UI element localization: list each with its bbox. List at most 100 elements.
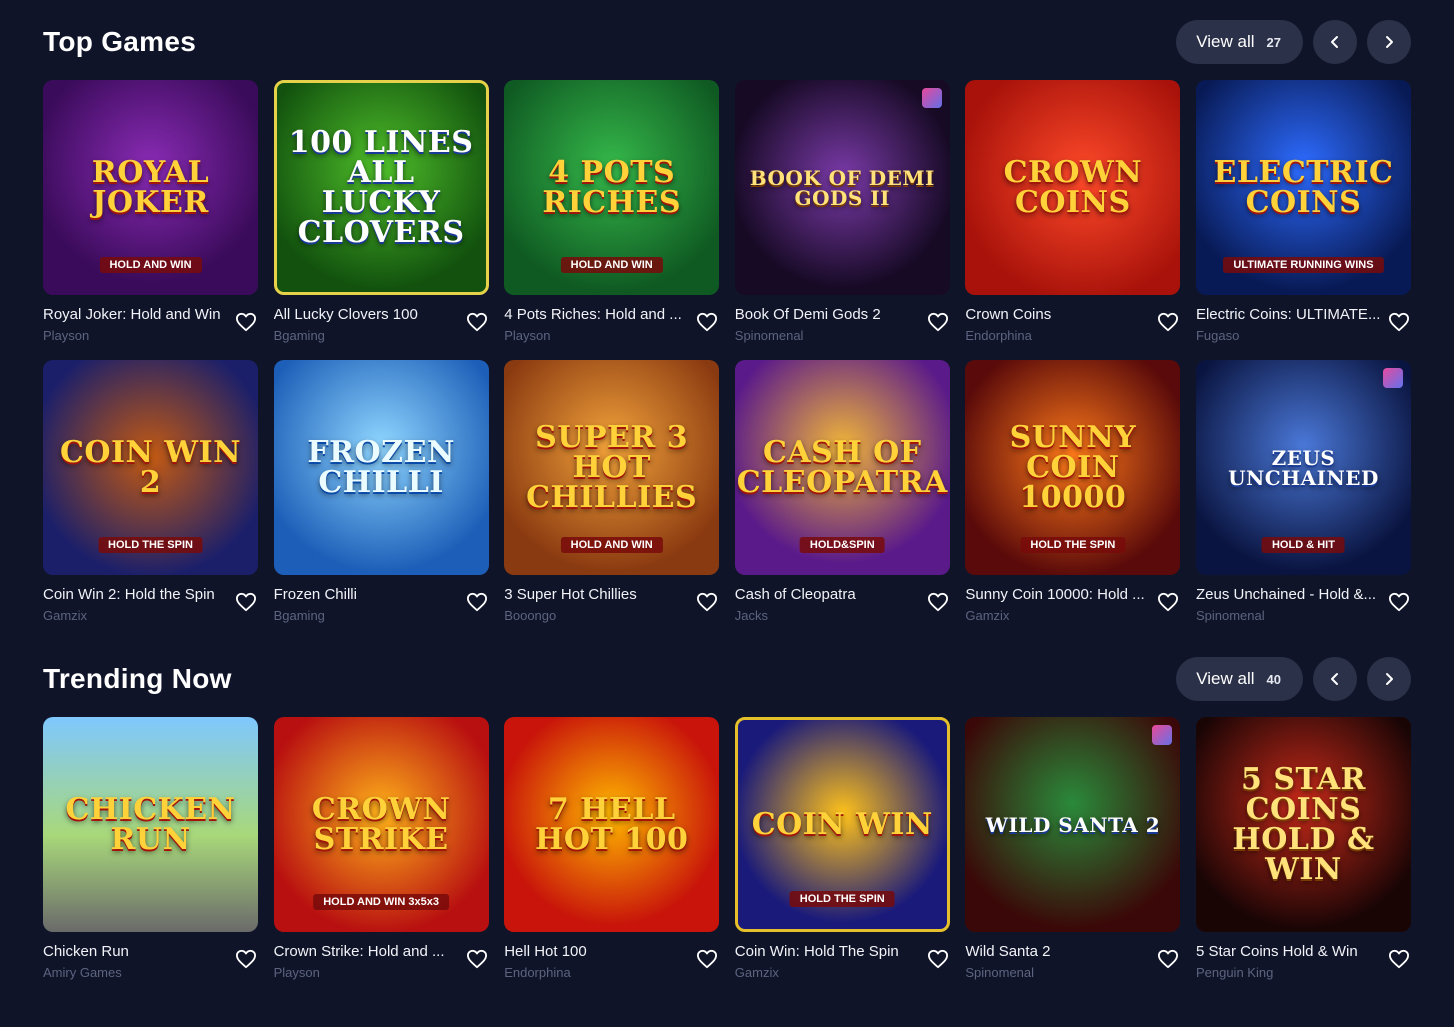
game-card: CROWN COINS Crown Coins Endorphina <box>965 80 1181 346</box>
view-all-button[interactable]: View all 27 <box>1176 20 1303 64</box>
favorite-button[interactable] <box>465 590 489 614</box>
favorite-button[interactable] <box>926 310 950 334</box>
game-title[interactable]: All Lucky Clovers 100 <box>274 306 464 323</box>
game-card: ELECTRIC COINS ULTIMATE RUNNING WINS Ele… <box>1195 80 1411 346</box>
favorite-button[interactable] <box>1156 310 1180 334</box>
game-thumbnail[interactable]: 100 LINES ALL LUCKY CLOVERS <box>273 80 489 295</box>
game-title[interactable]: Royal Joker: Hold and Win <box>43 306 233 323</box>
game-provider: Gamzix <box>965 608 1010 623</box>
chevron-left-icon <box>1331 36 1338 48</box>
game-title[interactable]: 3 Super Hot Chillies <box>504 586 694 603</box>
game-provider: Fugaso <box>1195 328 1240 343</box>
favorite-button[interactable] <box>234 310 258 334</box>
game-title[interactable]: Wild Santa 2 <box>965 943 1155 960</box>
game-thumbnail[interactable]: SUPER 3 HOT CHILLIES HOLD AND WIN <box>504 360 720 575</box>
prev-button[interactable] <box>1313 20 1357 64</box>
game-thumbnail[interactable]: FROZEN CHILLI <box>273 360 489 575</box>
favorite-button[interactable] <box>1387 947 1411 971</box>
heart-icon <box>236 592 256 612</box>
favorite-button[interactable] <box>1156 590 1180 614</box>
game-title[interactable]: Book Of Demi Gods 2 <box>735 306 925 323</box>
favorite-button[interactable] <box>234 590 258 614</box>
chevron-right-icon <box>1386 36 1393 48</box>
game-title[interactable]: 5 Star Coins Hold & Win <box>1196 943 1386 960</box>
favorite-button[interactable] <box>695 947 719 971</box>
game-thumbnail[interactable]: 5 STAR COINS HOLD & WIN <box>1195 717 1411 932</box>
game-card: COIN WIN HOLD THE SPIN Coin Win: Hold Th… <box>734 717 950 983</box>
next-button[interactable] <box>1367 657 1411 701</box>
game-art-subtitle: HOLD AND WIN <box>99 257 202 273</box>
game-thumbnail[interactable]: CASH OF CLEOPATRA HOLD&SPIN <box>734 360 950 575</box>
top-games-section: Top Games View all 27 ROYAL JOKER HOLD A… <box>43 20 1411 626</box>
game-provider: Spinomenal <box>965 965 1035 980</box>
game-title[interactable]: Sunny Coin 10000: Hold ... <box>965 586 1155 603</box>
favorite-button[interactable] <box>465 947 489 971</box>
provider-logo-icon <box>921 88 942 108</box>
heart-icon <box>927 949 948 969</box>
favorite-button[interactable] <box>695 310 719 334</box>
game-thumbnail[interactable]: 7 HELL HOT 100 <box>504 717 720 932</box>
game-card: FROZEN CHILLI Frozen Chilli Bgaming <box>273 360 489 626</box>
game-title[interactable]: Zeus Unchained - Hold &... <box>1196 586 1386 603</box>
game-thumbnail[interactable]: CROWN COINS <box>965 80 1181 295</box>
game-title[interactable]: Frozen Chilli <box>274 586 464 603</box>
view-all-label: View all <box>1196 669 1255 688</box>
game-title[interactable]: 4 Pots Riches: Hold and ... <box>504 306 694 323</box>
heart-icon <box>236 949 256 969</box>
game-art-title: SUNNY COIN 10000 <box>1009 419 1137 515</box>
game-title[interactable]: Crown Coins <box>965 306 1155 323</box>
game-thumbnail[interactable]: COIN WIN HOLD THE SPIN <box>734 717 950 932</box>
heart-icon <box>697 312 718 332</box>
favorite-button[interactable] <box>926 590 950 614</box>
provider-logo-icon <box>1152 725 1173 745</box>
next-button[interactable] <box>1367 20 1411 64</box>
game-title[interactable]: Cash of Cleopatra <box>735 586 925 603</box>
game-title[interactable]: Hell Hot 100 <box>504 943 694 960</box>
game-provider: Gamzix <box>734 965 779 980</box>
view-all-button[interactable]: View all 40 <box>1176 657 1303 701</box>
game-thumbnail[interactable]: SUNNY COIN 10000 HOLD THE SPIN <box>965 360 1181 575</box>
game-thumbnail[interactable]: WILD SANTA 2 <box>965 717 1181 932</box>
favorite-button[interactable] <box>234 947 258 971</box>
favorite-button[interactable] <box>1387 590 1411 614</box>
game-thumbnail[interactable]: CHICKEN RUN <box>43 717 258 932</box>
game-title[interactable]: Chicken Run <box>43 943 233 960</box>
favorite-button[interactable] <box>926 947 950 971</box>
game-title[interactable]: Coin Win: Hold The Spin <box>735 943 925 960</box>
favorite-button[interactable] <box>695 590 719 614</box>
game-title[interactable]: Coin Win 2: Hold the Spin <box>43 586 233 603</box>
game-provider: Spinomenal <box>1195 608 1265 623</box>
prev-button[interactable] <box>1313 657 1357 701</box>
game-title[interactable]: Crown Strike: Hold and ... <box>274 943 464 960</box>
favorite-button[interactable] <box>1156 947 1180 971</box>
heart-icon <box>466 312 487 332</box>
view-all-count: 40 <box>1266 671 1281 687</box>
game-card: 5 STAR COINS HOLD & WIN 5 Star Coins Hol… <box>1195 717 1411 983</box>
game-title[interactable]: Electric Coins: ULTIMATE... <box>1196 306 1386 323</box>
game-thumbnail[interactable]: ZEUS UNCHAINED HOLD & HIT <box>1195 360 1411 575</box>
game-art-title: ROYAL JOKER <box>91 154 210 220</box>
game-thumbnail[interactable]: 4 POTS RICHES HOLD AND WIN <box>504 80 720 295</box>
favorite-button[interactable] <box>1387 310 1411 334</box>
heart-icon <box>697 592 718 612</box>
heart-icon <box>1158 312 1179 332</box>
game-art-title: 7 HELL HOT 100 <box>535 791 689 857</box>
game-art-title: SUPER 3 HOT CHILLIES <box>526 419 698 515</box>
game-thumbnail[interactable]: CROWN STRIKE HOLD AND WIN 3x5x3 <box>273 717 489 932</box>
section-title: Trending Now <box>43 663 232 694</box>
game-thumbnail[interactable]: COIN WIN 2 HOLD THE SPIN <box>43 360 258 575</box>
heart-icon <box>1388 312 1409 332</box>
game-card: WILD SANTA 2 Wild Santa 2 Spinomenal <box>965 717 1181 983</box>
top-games-controls: View all 27 <box>1176 20 1411 64</box>
game-provider: Jacks <box>734 608 769 623</box>
game-art-title: ELECTRIC COINS <box>1213 154 1394 220</box>
view-all-count: 27 <box>1266 34 1281 50</box>
game-thumbnail[interactable]: BOOK OF DEMI GODS II <box>734 80 950 295</box>
top-games-row-2: COIN WIN 2 HOLD THE SPIN Coin Win 2: Hol… <box>43 360 1411 626</box>
game-thumbnail[interactable]: ELECTRIC COINS ULTIMATE RUNNING WINS <box>1195 80 1411 295</box>
favorite-button[interactable] <box>465 310 489 334</box>
game-provider: Booongo <box>504 608 557 623</box>
game-thumbnail[interactable]: ROYAL JOKER HOLD AND WIN <box>43 80 258 295</box>
game-provider: Bgaming <box>273 608 325 623</box>
game-card: COIN WIN 2 HOLD THE SPIN Coin Win 2: Hol… <box>43 360 258 626</box>
